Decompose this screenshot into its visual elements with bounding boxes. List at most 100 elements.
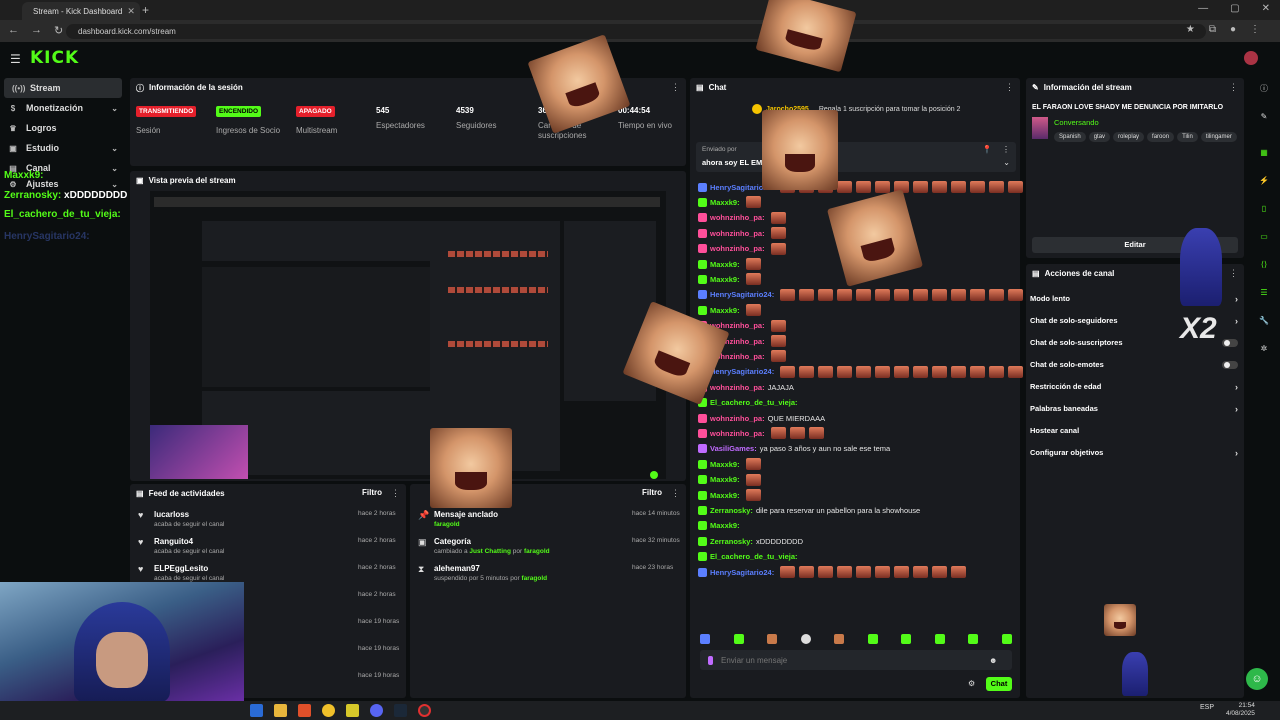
emote-icon[interactable] [834, 634, 845, 644]
explorer-taskbar-icon[interactable] [274, 704, 287, 717]
speech-bubble-icon[interactable]: ▭ [1256, 228, 1272, 244]
more-options-icon[interactable]: ⋮ [671, 488, 680, 499]
emote-icon[interactable] [901, 634, 912, 644]
chat-settings-icon[interactable]: ⚙ [968, 679, 975, 688]
channel-action-item[interactable]: Chat de solo-emotes [1030, 360, 1242, 369]
more-options-icon[interactable]: ⋮ [671, 82, 680, 93]
steam-taskbar-icon[interactable] [394, 704, 407, 717]
chat-username[interactable]: Zerranosky: [710, 537, 753, 546]
channel-action-item[interactable]: Configurar objetivos › [1030, 448, 1242, 458]
more-options-icon[interactable]: ⋮ [391, 488, 400, 499]
user-avatar[interactable] [1244, 51, 1258, 65]
emote-icon[interactable] [733, 634, 744, 644]
chat-username[interactable]: Maxxk9: [710, 198, 740, 207]
emote-icon[interactable] [767, 634, 778, 644]
minimize-icon[interactable]: — [1198, 3, 1208, 14]
pinned-message[interactable]: Enviado por ahora soy EL EMPI 📍 ⋮ ⌄ [696, 142, 1016, 172]
stream-preview-video[interactable] [150, 191, 666, 479]
close-tab-icon[interactable]: ✕ [127, 6, 135, 17]
browser-menu-icon[interactable]: ⋮ [1250, 24, 1260, 35]
input-language[interactable]: ESP [1200, 704, 1214, 711]
chat-username[interactable]: HenrySagitario24: [710, 568, 774, 577]
chat-username[interactable]: Maxxk9: [710, 275, 740, 284]
chat-username[interactable]: Maxxk9: [710, 460, 740, 469]
tag[interactable]: gtav [1088, 132, 1111, 142]
new-tab-icon[interactable]: + [142, 3, 149, 17]
chat-username[interactable]: wohnzinho_pa: [710, 414, 765, 423]
lightning-icon[interactable]: ⚡ [1256, 172, 1272, 188]
obs-taskbar-icon[interactable] [418, 704, 431, 717]
profile-icon[interactable]: ● [1230, 24, 1236, 35]
discord-taskbar-icon[interactable] [370, 704, 383, 717]
maximize-icon[interactable]: ▢ [1230, 3, 1239, 14]
more-options-icon[interactable]: ⋮ [1229, 268, 1238, 279]
emote-icon[interactable] [867, 634, 878, 644]
chat-username[interactable]: VasiliGames: [710, 444, 757, 453]
tag[interactable]: Spanish [1054, 132, 1086, 142]
chat-username[interactable]: Maxxk9: [710, 475, 740, 484]
users-icon[interactable]: ✲ [1256, 340, 1272, 356]
code-icon[interactable]: ⟨⟩ [1256, 256, 1272, 272]
wrench-icon[interactable]: 🔧 [1256, 312, 1272, 328]
system-clock[interactable]: 21:54 4/08/2025 [1226, 702, 1255, 718]
chat-username[interactable]: wohnzinho_pa: [710, 244, 765, 253]
chat-username[interactable]: Maxxk9: [710, 491, 740, 500]
hamburger-menu-icon[interactable]: ☰ [10, 52, 21, 66]
chat-username[interactable]: wohnzinho_pa: [710, 213, 765, 222]
tag[interactable]: faroon [1147, 132, 1175, 142]
chat-username[interactable]: Maxxk9: [710, 260, 740, 269]
pencil-icon[interactable]: ✎ [1256, 108, 1272, 124]
chrome-taskbar-icon[interactable] [322, 704, 335, 717]
pin-icon[interactable]: 📍 [982, 145, 992, 154]
emote-icon[interactable] [800, 634, 811, 644]
sidebar-item-logros[interactable]: ♛ Logros [0, 118, 126, 138]
feed-filter-button[interactable]: Filtro [362, 488, 382, 497]
category-name[interactable]: Conversando [1054, 118, 1099, 127]
send-chat-button[interactable]: Chat [986, 677, 1012, 691]
channel-action-item[interactable]: Palabras baneadas › [1030, 404, 1242, 414]
chat-username[interactable]: Maxxk9: [710, 306, 740, 315]
back-icon[interactable]: ← [8, 24, 19, 37]
app-taskbar-icon[interactable] [346, 704, 359, 717]
extensions-icon[interactable]: ⧉ [1209, 24, 1216, 35]
emote-icon[interactable] [934, 634, 945, 644]
bookmark-star-icon[interactable]: ★ [1186, 24, 1195, 35]
grid-icon[interactable]: ▦ [1256, 144, 1272, 160]
reload-icon[interactable]: ↻ [54, 24, 63, 37]
chat-username[interactable]: HenrySagitario24: [710, 290, 774, 299]
channel-action-item[interactable]: Hostear canal [1030, 426, 1242, 435]
chat-username[interactable]: wohnzinho_pa: [710, 229, 765, 238]
chat-username[interactable]: El_cachero_de_tu_vieja: [710, 398, 798, 407]
list-icon[interactable]: ☰ [1256, 284, 1272, 300]
toggle-switch[interactable] [1222, 339, 1238, 347]
sidebar-item-estudio[interactable]: ▣ Estudio ⌄ [0, 138, 126, 158]
sidebar-item-stream[interactable]: ((•)) Stream [4, 78, 122, 98]
toggle-switch[interactable] [1222, 361, 1238, 369]
tag[interactable]: tilingamer [1200, 132, 1237, 142]
sidebar-item-monetizacion[interactable]: $ Monetización ⌄ [0, 98, 126, 118]
help-chat-icon[interactable]: ☺ [1246, 668, 1268, 690]
more-options-icon[interactable]: ⋮ [1002, 145, 1010, 154]
emote-icon[interactable] [968, 634, 979, 644]
url-input[interactable]: dashboard.kick.com/stream [66, 24, 1206, 39]
tag[interactable]: Tilin [1177, 132, 1198, 142]
more-options-icon[interactable]: ⋮ [1005, 82, 1014, 93]
chevron-down-icon[interactable]: ⌄ [1003, 158, 1010, 167]
emoji-icon[interactable]: ☻ [989, 656, 997, 665]
chat-username[interactable]: El_cachero_de_tu_vieja: [710, 552, 798, 561]
edge-taskbar-icon[interactable] [250, 704, 263, 717]
kick-logo[interactable]: KICK [30, 48, 79, 68]
close-window-icon[interactable]: ✕ [1262, 3, 1270, 14]
emote-icon[interactable] [700, 634, 710, 644]
info-icon[interactable]: ⓘ [1256, 80, 1272, 96]
document-icon[interactable]: ▯ [1256, 200, 1272, 216]
channel-action-item[interactable]: Restricción de edad › [1030, 382, 1242, 392]
chat-input[interactable] [721, 655, 981, 665]
forward-icon[interactable]: → [31, 24, 42, 37]
more-options-icon[interactable]: ⋮ [1229, 82, 1238, 93]
chat-username[interactable]: Zerranosky: [710, 506, 753, 515]
chat-username[interactable]: wohnzinho_pa: [710, 429, 765, 438]
browser-tab[interactable]: Stream - Kick Dashboard ✕ [22, 2, 140, 20]
chat-username[interactable]: Maxxk9: [710, 521, 740, 530]
chat-username[interactable]: wohnzinho_pa: [710, 383, 765, 392]
